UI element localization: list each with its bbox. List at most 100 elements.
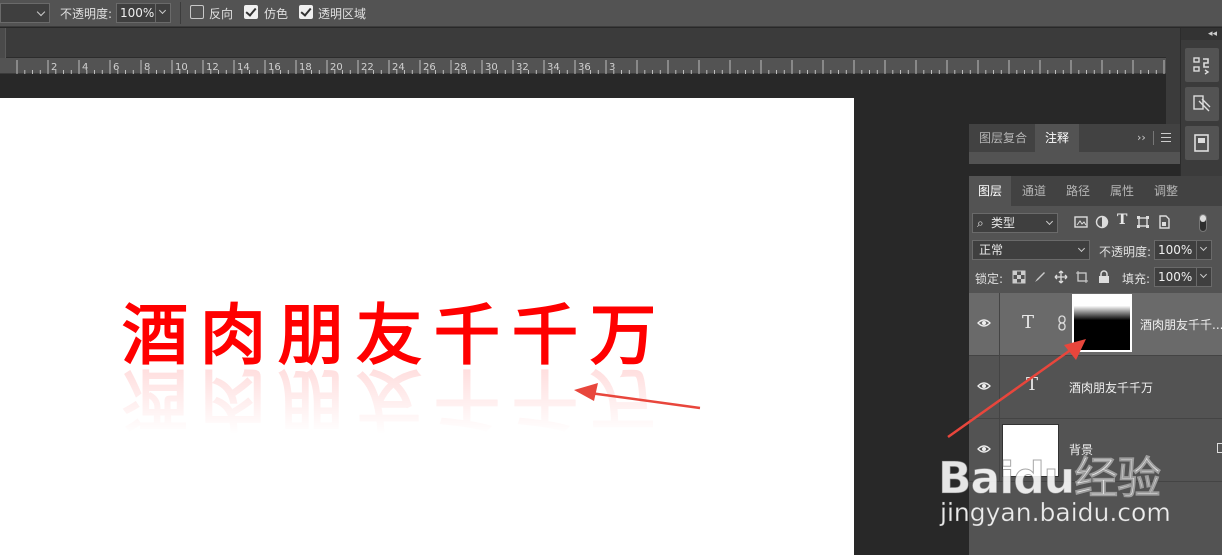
expand-icon[interactable]: ›› — [1137, 131, 1146, 144]
horizontal-ruler: 2 4 6 8 10 12 14 16 18 20 22 24 26 28 30 32 34 36 3 — [0, 58, 1166, 74]
opacity-input[interactable]: 100% — [116, 3, 171, 23]
opacity-value: 100% — [120, 6, 155, 20]
notes-panel-button[interactable] — [1185, 126, 1219, 160]
transparency-checkbox[interactable] — [299, 5, 313, 19]
ruler-tick-label: 30 — [485, 62, 498, 73]
document-tab[interactable] — [0, 28, 6, 58]
layer-opacity-value: 100% — [1158, 243, 1193, 257]
image-filter-icon[interactable] — [1074, 215, 1088, 229]
layer-filter-row: ⌕ 类型 T — [972, 212, 1222, 234]
layer-opacity-input[interactable]: 100% — [1154, 240, 1212, 260]
options-bar: 不透明度: 100% 反向 仿色 透明区域 — [0, 0, 1222, 27]
eye-icon — [977, 319, 991, 327]
transparency-label: 透明区域 — [318, 7, 367, 21]
panel-menu-icon[interactable] — [1161, 133, 1171, 142]
link-chain-icon[interactable] — [1057, 315, 1067, 331]
filter-type-dropdown[interactable]: ⌕ 类型 — [972, 213, 1058, 233]
gradient-type-dropdown[interactable] — [0, 3, 50, 23]
type-filter-icon[interactable]: T — [1117, 212, 1127, 228]
ruler-tick-label: 20 — [330, 62, 343, 73]
visibility-toggle[interactable] — [969, 293, 1000, 356]
tab-adjustments[interactable]: 调整 — [1145, 176, 1187, 206]
chevron-down-icon — [1045, 217, 1054, 226]
smart-object-filter-icon[interactable] — [1157, 215, 1171, 229]
blend-mode-value: 正常 — [979, 243, 1004, 257]
lock-label: 锁定: — [975, 272, 1004, 286]
opacity-dropdown-arrow[interactable] — [155, 4, 170, 22]
history-panel-button[interactable] — [1185, 48, 1219, 82]
lock-artboard-icon[interactable] — [1075, 270, 1089, 284]
filter-toggle[interactable] — [1199, 214, 1207, 232]
text-layer-icon: T — [1026, 374, 1039, 395]
fill-label: 填充: — [1122, 272, 1151, 286]
tab-properties[interactable]: 属性 — [1101, 176, 1143, 206]
tab-paths[interactable]: 路径 — [1057, 176, 1099, 206]
fill-input[interactable]: 100% — [1154, 267, 1212, 287]
tab-notes[interactable]: 注释 — [1035, 124, 1080, 152]
ruler-tick-label: 32 — [516, 62, 529, 73]
text-layer-icon: T — [1022, 312, 1035, 333]
layer-opacity-label: 不透明度: — [1099, 245, 1152, 259]
ruler-tick-label: 36 — [578, 62, 591, 73]
ruler-tick-label: 24 — [392, 62, 405, 73]
layer-name[interactable]: 酒肉朋友千千万 — [1069, 379, 1153, 396]
canvas-artwork: 酒肉朋友千千万 酒肉朋友千千万 — [122, 299, 702, 439]
search-icon: ⌕ — [977, 216, 984, 230]
lock-transparent-pixels-icon[interactable] — [1012, 270, 1026, 284]
notes-panel-body — [969, 152, 1180, 164]
layer-mask-thumbnail[interactable] — [1072, 294, 1132, 352]
shape-filter-icon[interactable] — [1136, 215, 1150, 229]
ruler-tick-label: 10 — [175, 62, 188, 73]
tab-layer-comps[interactable]: 图层复合 — [969, 124, 1037, 152]
layer-row-text-masked[interactable]: T 酒肉朋友千千... — [969, 293, 1222, 356]
reverse-label: 反向 — [209, 7, 234, 21]
notes-icon — [1194, 134, 1209, 152]
lock-fill-row: 锁定: 填充: 100% — [972, 267, 1222, 289]
ruler-tick-label: 22 — [361, 62, 374, 73]
reverse-checkbox[interactable] — [190, 5, 204, 19]
comps-notes-tabbar: 图层复合 注释 ›› — [969, 124, 1180, 152]
properties-icon — [1193, 95, 1211, 112]
fill-dropdown-arrow[interactable] — [1196, 268, 1211, 286]
opacity-label: 不透明度: — [60, 7, 113, 21]
ruler-tick-label: 2 — [51, 62, 57, 73]
dither-checkbox[interactable] — [244, 5, 258, 19]
ruler-tick-label: 4 — [82, 62, 88, 73]
canvas-text: 酒肉朋友千千万 — [122, 297, 668, 374]
ruler-tick-label: 26 — [423, 62, 436, 73]
collapse-panels-icon[interactable]: ◂◂ — [1181, 28, 1222, 40]
ruler-tick-label: 16 — [268, 62, 281, 73]
ruler-ticks: 2 4 6 8 10 12 14 16 18 20 22 24 26 28 30 32 34 36 3 — [16, 60, 1165, 74]
layer-row-text[interactable]: T 酒肉朋友千千万 — [969, 356, 1222, 419]
lock-all-icon[interactable] — [1097, 270, 1111, 284]
opacity-dropdown-arrow[interactable] — [1196, 241, 1211, 259]
tab-divider — [1153, 131, 1154, 145]
tab-layers[interactable]: 图层 — [969, 176, 1011, 206]
baidu-watermark: Baidu经验 jingyan.baidu.com — [937, 440, 1222, 550]
lock-position-icon[interactable] — [1054, 270, 1068, 284]
ruler-tick-label: 34 — [547, 62, 560, 73]
tab-channels[interactable]: 通道 — [1013, 176, 1055, 206]
layers-tabbar: 图层 通道 路径 属性 调整 — [969, 176, 1222, 206]
properties-panel-button[interactable] — [1185, 87, 1219, 121]
history-icon — [1193, 57, 1210, 75]
eye-icon — [977, 382, 991, 390]
dock-strip — [1166, 28, 1180, 124]
layer-name[interactable]: 酒肉朋友千千... — [1140, 316, 1222, 333]
separator — [180, 2, 181, 24]
adjustment-filter-icon[interactable] — [1095, 215, 1109, 229]
ruler-tick-label: 18 — [299, 62, 312, 73]
ruler-tick-label: 12 — [206, 62, 219, 73]
ruler-tick-label: 28 — [454, 62, 467, 73]
watermark-logo: Baidu经验 — [937, 453, 1161, 505]
ruler-tick-label: 3 — [609, 62, 615, 73]
filter-type-label: 类型 — [991, 216, 1016, 230]
blend-opacity-row: 正常 不透明度: 100% — [972, 240, 1222, 262]
fill-value: 100% — [1158, 270, 1193, 284]
chevron-down-icon — [1077, 244, 1086, 253]
lock-image-pixels-icon[interactable] — [1033, 270, 1047, 284]
document-tab-strip — [0, 28, 1180, 58]
blend-mode-dropdown[interactable]: 正常 — [972, 240, 1090, 260]
watermark-url: jingyan.baidu.com — [940, 498, 1171, 528]
visibility-toggle[interactable] — [969, 356, 1000, 419]
